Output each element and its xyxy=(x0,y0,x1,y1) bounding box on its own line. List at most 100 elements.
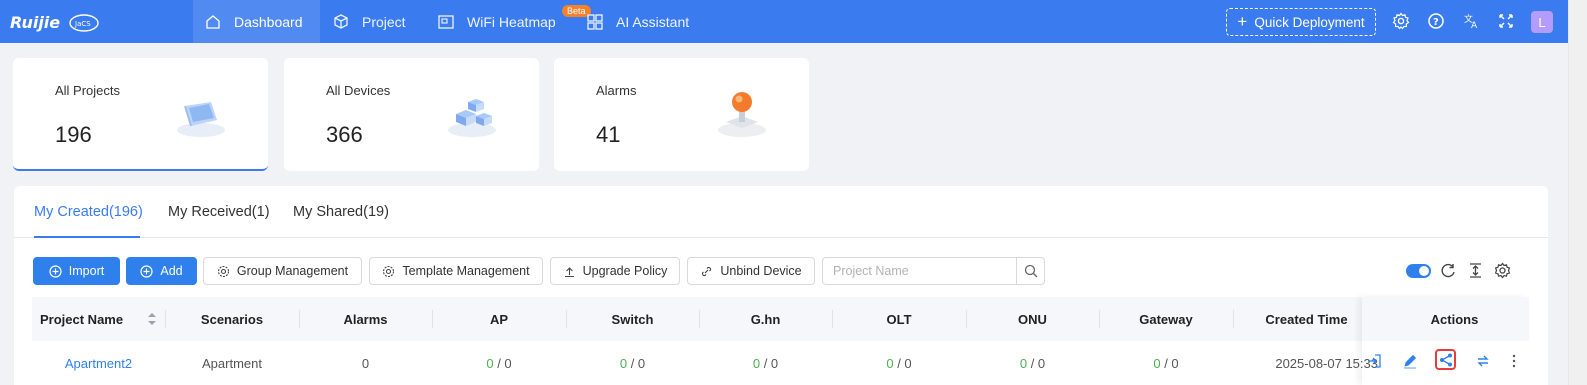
cube-icon xyxy=(334,13,348,29)
more-options-icon[interactable] xyxy=(1506,353,1522,369)
nav-ai-assistant-label: AI Assistant xyxy=(616,13,690,30)
tab-my-shared[interactable]: My Shared(19) xyxy=(293,204,389,220)
grid-icon xyxy=(587,13,603,30)
nav-project-label: Project xyxy=(362,13,406,30)
upgrade-policy-button[interactable]: Upgrade Policy xyxy=(550,257,680,285)
quick-deployment-button[interactable]: + Quick Deployment xyxy=(1226,8,1376,36)
olt-cell: 0 / 0 xyxy=(886,355,912,371)
column-header-project-name[interactable]: Project Name xyxy=(32,297,165,341)
nav-wifi-heatmap[interactable]: WiFi Heatmap xyxy=(437,0,556,43)
add-button[interactable]: Add xyxy=(126,257,197,285)
gateway-cell: 0 / 0 xyxy=(1153,355,1179,371)
table-settings-icon[interactable] xyxy=(1494,262,1511,279)
template-management-button[interactable]: Template Management xyxy=(369,257,543,285)
import-button[interactable]: Import xyxy=(33,257,120,285)
svg-text:Ruijie: Ruijie xyxy=(10,13,60,32)
total-count: 0 xyxy=(637,355,646,371)
avatar[interactable]: L xyxy=(1531,11,1553,33)
column-header-olt: OLT xyxy=(832,297,966,341)
column-header-onu: ONU xyxy=(966,297,1099,341)
quick-deployment-label: Quick Deployment xyxy=(1254,14,1365,30)
column-height-icon[interactable] xyxy=(1467,262,1484,279)
enter-project-icon[interactable] xyxy=(1366,353,1382,369)
tab-my-created[interactable]: My Created(196) xyxy=(34,204,143,220)
svg-text:?: ? xyxy=(1433,17,1439,28)
sort-icon[interactable] xyxy=(147,312,157,326)
online-count: 0 xyxy=(486,355,494,371)
group-management-button[interactable]: Group Management xyxy=(203,257,362,285)
stat-value: 41 xyxy=(596,122,621,147)
alarm-illustration-icon xyxy=(718,92,766,137)
share-icon[interactable] xyxy=(1438,352,1454,368)
translate-icon[interactable]: 文A xyxy=(1463,12,1481,30)
page-scrollbar[interactable] xyxy=(1568,0,1587,385)
column-label: Scenarios xyxy=(200,311,264,327)
stat-value: 366 xyxy=(326,122,363,147)
gear-icon[interactable] xyxy=(1392,12,1410,30)
column-label: Gateway xyxy=(1139,311,1193,327)
active-tab-indicator xyxy=(34,236,140,238)
nav-dashboard[interactable]: Dashboard xyxy=(193,0,320,43)
project-name-search-input[interactable] xyxy=(823,258,1016,284)
help-icon[interactable]: ? xyxy=(1427,12,1445,30)
nav-project[interactable]: Project xyxy=(332,0,406,43)
stat-card-alarms[interactable]: Alarms 41 xyxy=(554,58,809,171)
stat-label: All Devices xyxy=(326,83,391,98)
online-count: 0 xyxy=(752,355,761,371)
column-label: G.hn xyxy=(750,311,781,327)
edit-icon[interactable] xyxy=(1402,353,1418,369)
search-button[interactable] xyxy=(1016,258,1044,284)
heatmap-icon xyxy=(438,14,454,29)
total-count: 0 xyxy=(1171,355,1179,371)
import-label: Import xyxy=(68,264,105,278)
upload-icon xyxy=(564,266,574,277)
plus-icon: + xyxy=(1237,12,1248,31)
fullscreen-icon[interactable] xyxy=(1497,12,1515,30)
nav-dashboard-label: Dashboard xyxy=(234,13,303,30)
project-name-link[interactable]: Apartment2 xyxy=(32,341,165,385)
online-count: 0 xyxy=(1153,355,1161,371)
created-time-cell: 2025-08-07 15:33 xyxy=(1275,355,1378,371)
onu-cell: 0 / 0 xyxy=(1019,355,1046,371)
tab-divider xyxy=(14,237,1548,238)
view-toggle-switch[interactable] xyxy=(1406,264,1431,278)
unbind-device-label: Unbind Device xyxy=(720,264,802,278)
column-label: Switch xyxy=(611,311,654,327)
gear-icon xyxy=(383,265,395,277)
column-header-ghn: G.hn xyxy=(699,297,832,341)
total-count: 0 xyxy=(504,355,512,371)
template-management-label: Template Management xyxy=(402,264,530,278)
actions-column xyxy=(1362,297,1529,385)
ruijie-logo[interactable]: Ruijie JaCS xyxy=(10,10,102,34)
projects-illustration-icon xyxy=(177,102,225,137)
unbind-device-button[interactable]: Unbind Device xyxy=(687,257,815,285)
nav-ai-assistant[interactable]: AI Assistant xyxy=(586,0,689,43)
column-label: OLT xyxy=(886,311,912,327)
total-count: 0 xyxy=(904,355,912,371)
column-label: Alarms xyxy=(343,311,388,327)
switch-cell: 0 / 0 xyxy=(619,355,646,371)
scenario-cell: Apartment xyxy=(202,355,262,371)
projects-panel: My Created(196) My Received(1) My Shared… xyxy=(14,186,1548,385)
svg-text:JaCS: JaCS xyxy=(74,20,91,28)
transfer-icon[interactable] xyxy=(1475,353,1491,369)
column-header-switch: Switch xyxy=(566,297,699,341)
table-row: Apartment2 Apartment 0 0 / 0 0 / 0 0 / 0… xyxy=(32,341,1529,385)
total-count: 0 xyxy=(1037,355,1046,371)
svg-text:A: A xyxy=(1471,21,1478,30)
stat-label: Alarms xyxy=(596,83,637,98)
search-icon xyxy=(1024,264,1037,278)
devices-illustration-icon xyxy=(448,99,496,137)
stat-card-all-devices[interactable]: All Devices 366 xyxy=(284,58,539,171)
stat-label: All Projects xyxy=(55,83,121,98)
plus-circle-icon xyxy=(140,264,153,278)
column-label: ONU xyxy=(1018,311,1047,327)
table-header: Project Name Scenarios Alarms AP Switch … xyxy=(32,297,1529,341)
project-search xyxy=(822,257,1045,285)
column-label: AP xyxy=(489,311,509,327)
column-header-ap: AP xyxy=(432,297,566,341)
refresh-icon[interactable] xyxy=(1440,262,1457,279)
tab-my-received[interactable]: My Received(1) xyxy=(168,204,270,220)
add-label: Add xyxy=(160,264,183,278)
stat-card-all-projects[interactable]: All Projects 196 xyxy=(13,58,268,171)
